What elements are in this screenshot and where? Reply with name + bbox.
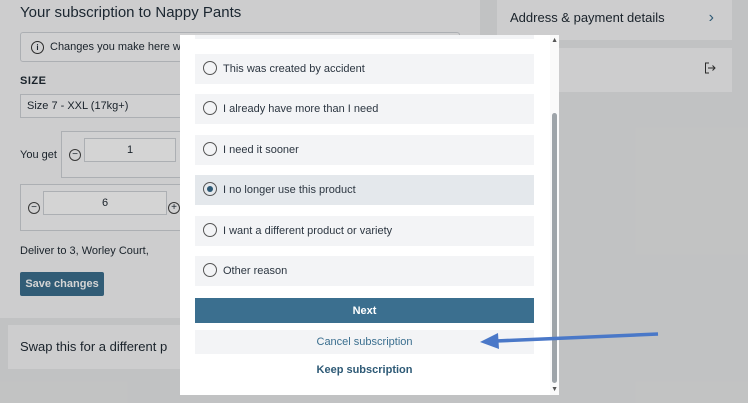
radio-button-selected[interactable] — [203, 182, 217, 196]
annotation-arrow-icon — [480, 332, 659, 349]
scroll-down-icon[interactable]: ▼ — [551, 386, 558, 393]
option-other-reason[interactable]: Other reason — [195, 256, 534, 286]
radio-button[interactable] — [203, 142, 217, 156]
radio-button[interactable] — [203, 61, 217, 75]
option-label: I want a different product or variety — [223, 225, 393, 237]
option-partial — [195, 35, 534, 39]
option-no-longer-use[interactable]: I no longer use this product — [195, 175, 534, 205]
keep-subscription-button[interactable]: Keep subscription — [195, 358, 534, 382]
option-different-product[interactable]: I want a different product or variety — [195, 216, 534, 246]
option-label: I no longer use this product — [223, 184, 356, 196]
radio-button[interactable] — [203, 223, 217, 237]
option-label: Other reason — [223, 265, 288, 277]
option-label: I already have more than I need — [223, 103, 379, 115]
option-label: I need it sooner — [223, 144, 299, 156]
scroll-up-icon[interactable]: ▲ — [551, 37, 558, 44]
radio-button[interactable] — [203, 263, 217, 277]
option-more-than-need[interactable]: I already have more than I need — [195, 94, 534, 124]
next-button[interactable]: Next — [195, 298, 534, 323]
option-need-sooner[interactable]: I need it sooner — [195, 135, 534, 165]
option-label: This was created by accident — [223, 63, 365, 75]
radio-button[interactable] — [203, 101, 217, 115]
option-created-by-accident[interactable]: This was created by accident — [195, 54, 534, 84]
